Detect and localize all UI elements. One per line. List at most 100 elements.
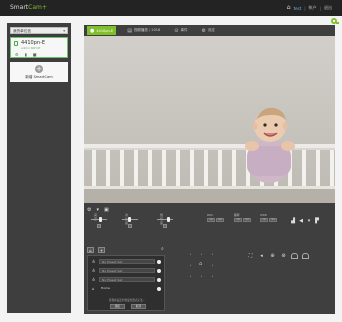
tab-events-label: 事件 — [180, 28, 188, 32]
image-controls: 亮度 对比度 饱和度 DDC ON OFF 翻转 ON — [84, 213, 335, 241]
ddc-off-button[interactable]: OFF — [216, 218, 224, 222]
flip-mode: 翻转 ON OFF — [234, 213, 251, 222]
main-panel: ● 4410pn-E ▤ 视频播放 / 2016 ⊙ 事件 ⚙ 设定 ⚙ ▾ ▣… — [84, 18, 339, 314]
nav-sep: | — [319, 5, 321, 11]
video-icon[interactable]: ■ — [33, 52, 37, 57]
camera-icon: ● — [90, 27, 95, 34]
search-icon[interactable]: ⌕ — [161, 246, 164, 252]
zoom-in-icon[interactable]: ⊛ — [280, 253, 287, 259]
speaker-icon[interactable]: ◀ — [298, 218, 304, 224]
preset-list: ♁ No Preset Set ♁ No Preset Set ♁ No Pre… — [87, 255, 165, 311]
video-image — [84, 36, 335, 203]
app-logo[interactable]: SmartCam+ — [10, 4, 47, 11]
flip-off-button[interactable]: OFF — [243, 218, 251, 222]
tab-settings-label: 设定 — [207, 28, 215, 32]
home-icon[interactable]: ⌂ — [199, 262, 202, 267]
home-icon: ⌂ — [92, 286, 95, 291]
preset-radio[interactable] — [157, 259, 161, 264]
signal-icon[interactable]: ▟ — [290, 218, 296, 224]
pan-up[interactable]: • — [200, 253, 203, 256]
tab-events[interactable]: ⊙ 事件 — [171, 26, 190, 35]
preset-name: No Preset Set — [99, 268, 155, 273]
tab-live-label: 4410pn-E — [96, 28, 114, 33]
slider-knob[interactable] — [167, 217, 170, 222]
logo-accent: Cam — [28, 4, 42, 11]
pan-up-right[interactable]: • — [211, 253, 214, 256]
logo-text: Smart — [10, 4, 29, 11]
save-button[interactable]: 确定 — [110, 304, 125, 309]
pan-right[interactable]: • — [211, 264, 214, 267]
slider-knob[interactable] — [99, 217, 102, 222]
home-icon[interactable]: ⌂ — [87, 247, 94, 253]
preset-item[interactable]: ♁ No Preset Set — [90, 267, 164, 274]
top-bar: SmartCam+ ⌂ test | 帐户 | 退出 — [0, 0, 342, 16]
preset-radio[interactable] — [157, 268, 161, 273]
fullscreen-icon[interactable]: ▛ — [314, 218, 320, 224]
pan-left[interactable]: • — [189, 264, 192, 267]
tab-bar: ● 4410pn-E ▤ 视频播放 / 2016 ⊙ 事件 ⚙ 设定 — [84, 25, 335, 36]
zoom-out-icon[interactable]: ◂ — [258, 253, 265, 259]
expand-icon[interactable]: ⛶ — [247, 253, 254, 259]
preset-actions: 确定 取消 — [110, 304, 146, 309]
camera-group-select[interactable]: 我的单位信 ▾ — [10, 27, 68, 34]
nav-account[interactable]: 帐户 — [309, 5, 317, 11]
settings-gear-icon[interactable] — [330, 17, 340, 25]
tab-playback[interactable]: ▤ 视频播放 / 2016 — [124, 26, 163, 35]
preset-header: ⌂ + — [87, 247, 105, 253]
mode-label: 翻转 — [234, 213, 240, 217]
nav-user[interactable]: test — [294, 6, 302, 11]
tab-live[interactable]: ● 4410pn-E — [87, 26, 117, 35]
live-video-feed[interactable] — [84, 36, 335, 203]
sidebar: 我的单位信 ▾ 4410pn-E admin SNH-IP ⚙ ▮ ■ + 新增… — [7, 23, 71, 313]
wdr-on-button[interactable]: ON — [260, 218, 268, 222]
preset-name: No Preset Set — [99, 277, 155, 282]
ptz-dpad: • • • • ⌂ • • • • — [185, 251, 219, 281]
ddc-on-button[interactable]: ON — [207, 218, 215, 222]
tele-angle-icon[interactable] — [302, 253, 309, 259]
pin-icon: ♁ — [92, 259, 95, 264]
slider-reset[interactable] — [97, 224, 101, 228]
play-icon: ⊙ — [174, 27, 179, 34]
pan-down-left[interactable]: • — [189, 275, 192, 278]
pan-down-right[interactable]: • — [211, 275, 214, 278]
camera-card[interactable]: 4410pn-E admin SNH-IP ⚙ ▮ ■ — [10, 37, 68, 58]
plus-icon: + — [35, 65, 43, 73]
tab-playback-label: 视频播放 / 2016 — [133, 28, 161, 32]
add-camera-card[interactable]: + 新增 SmartCam — [10, 62, 68, 82]
mode-label: WDR — [260, 213, 267, 217]
pin-icon: ♁ — [92, 277, 95, 282]
pan-down[interactable]: • — [200, 275, 203, 278]
mic-icon[interactable]: ▾ — [306, 218, 312, 224]
select-value: 我的单位信 — [13, 29, 31, 33]
focus-icon[interactable]: ⊕ — [269, 253, 276, 259]
gear-icon[interactable]: ⚙ — [15, 52, 19, 57]
pin-icon: ♁ — [92, 268, 95, 273]
tab-settings[interactable]: ⚙ 设定 — [198, 26, 217, 35]
add-preset-icon[interactable]: + — [98, 247, 105, 253]
cancel-button[interactable]: 取消 — [131, 304, 146, 309]
home-icon[interactable]: ⌂ — [287, 5, 291, 11]
preset-item[interactable]: ♁ No Preset Set — [90, 258, 164, 265]
pan-up-left[interactable]: • — [189, 253, 192, 256]
preset-item[interactable]: ♁ No Preset Set — [90, 276, 164, 283]
preset-radio[interactable] — [157, 277, 161, 282]
wdr-mode: WDR ON OFF — [260, 213, 277, 222]
flip-on-button[interactable]: ON — [234, 218, 242, 222]
add-camera-label: 新增 SmartCam — [25, 75, 53, 79]
nav-sep: | — [304, 5, 306, 11]
wide-angle-icon[interactable] — [291, 253, 298, 259]
ddc-mode: DDC ON OFF — [207, 213, 224, 222]
logo-mark: + — [41, 4, 47, 11]
pause-icon[interactable]: ▮ — [25, 52, 27, 57]
camera-icon — [14, 41, 18, 46]
nav-logout[interactable]: 退出 — [324, 5, 332, 11]
calendar-icon: ▤ — [127, 27, 132, 34]
preset-home[interactable]: ⌂ Home — [90, 285, 164, 292]
preset-radio[interactable] — [157, 286, 161, 291]
slider-reset[interactable] — [128, 224, 132, 228]
zoom-controls: ⛶ ◂ ⊕ ⊛ — [247, 253, 309, 259]
slider-reset[interactable] — [163, 224, 167, 228]
top-nav: ⌂ test | 帐户 | 退出 — [287, 5, 332, 11]
slider-knob[interactable] — [128, 217, 131, 222]
wdr-off-button[interactable]: OFF — [269, 218, 277, 222]
